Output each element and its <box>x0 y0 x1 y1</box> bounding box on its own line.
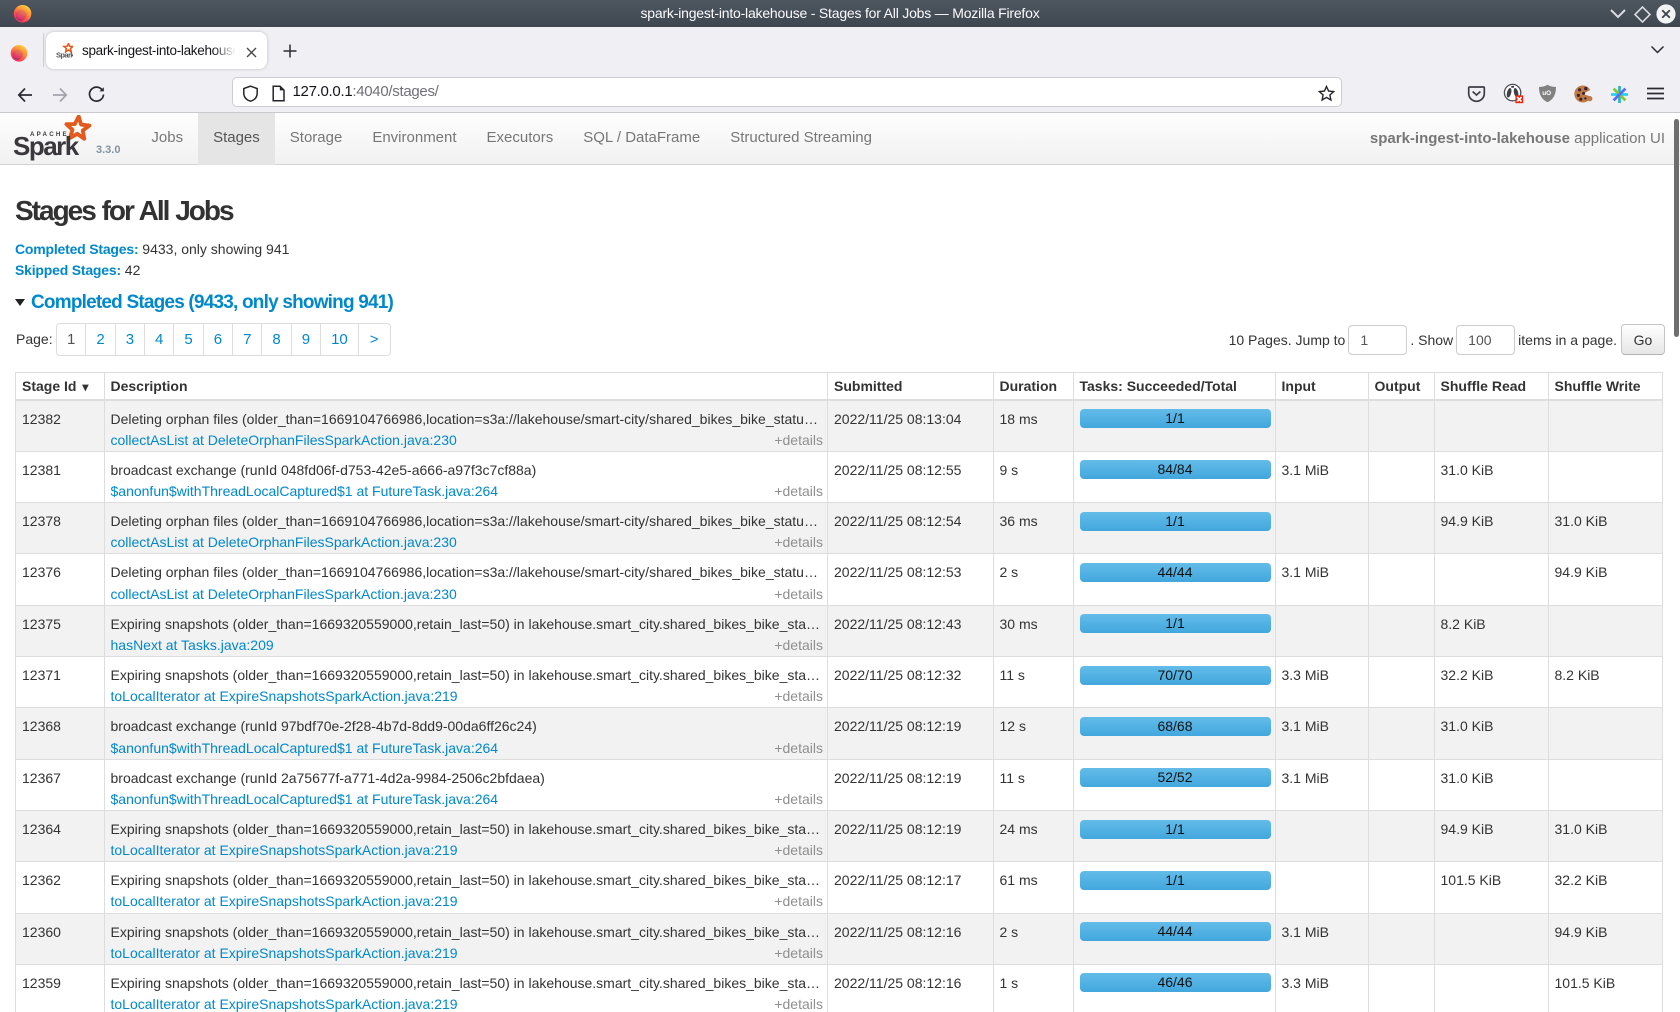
svg-text:Spark: Spark <box>13 131 80 161</box>
svg-text:uO: uO <box>1542 90 1551 97</box>
svg-text:Spark: Spark <box>56 50 73 59</box>
